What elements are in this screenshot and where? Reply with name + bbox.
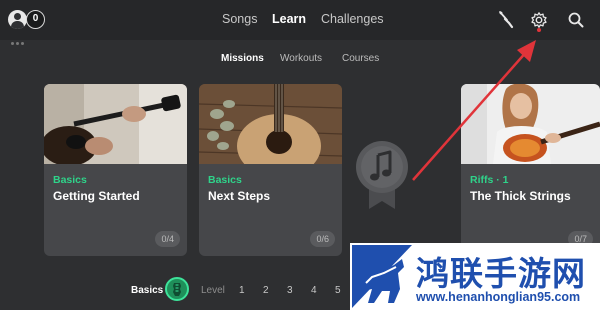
mission-category: Basics [208,174,242,186]
mission-title: Getting Started [53,189,140,203]
mission-card[interactable]: Riffs · 1 The Thick Strings 0/7 [461,84,600,256]
level-label: Level [201,285,225,296]
mission-progress: 0/6 [310,231,335,247]
current-level-label: Basics [131,285,164,296]
tab-songs[interactable]: Songs [222,12,257,26]
mission-category: Basics [53,174,87,186]
tab-challenges[interactable]: Challenges [321,12,384,26]
level-2[interactable]: 2 [263,285,269,296]
level-3[interactable]: 3 [287,285,293,296]
gear-icon[interactable] [530,10,548,30]
notification-dot [537,28,541,32]
tuner-icon[interactable] [497,10,515,30]
guitar-pick-icon [173,283,181,296]
tab-workouts[interactable]: Workouts [280,53,322,64]
mission-title: Next Steps [208,189,271,203]
watermark-title: 鸿联手游网 [416,255,586,292]
medal-icon [356,141,408,209]
watermark-url: www.henanhonglian95.com [416,290,581,304]
level-1[interactable]: 1 [239,285,245,296]
mission-category: Riffs · 1 [470,174,509,186]
mission-title: The Thick Strings [470,189,571,203]
mission-card[interactable]: Basics Next Steps 0/6 [199,84,342,256]
mission-photo [199,84,342,164]
mission-photo [461,84,600,164]
sub-nav: Missions Workouts Courses [0,53,600,69]
top-bar: 0 Songs Learn Challenges [0,0,600,45]
level-5[interactable]: 5 [335,285,341,296]
more-dots-icon [11,32,27,45]
tab-courses[interactable]: Courses [342,53,379,64]
tab-missions[interactable]: Missions [221,53,264,64]
mission-progress: 0/4 [155,231,180,247]
watermark: 鸿联手游网 www.henanhonglian95.com [350,243,600,310]
tab-learn[interactable]: Learn [272,12,306,26]
level-4[interactable]: 4 [311,285,317,296]
mission-photo [44,84,187,164]
search-icon[interactable] [567,10,585,30]
mission-card[interactable]: Basics Getting Started 0/4 [44,84,187,256]
watermark-logo [352,245,412,308]
level-badge[interactable] [165,277,189,301]
